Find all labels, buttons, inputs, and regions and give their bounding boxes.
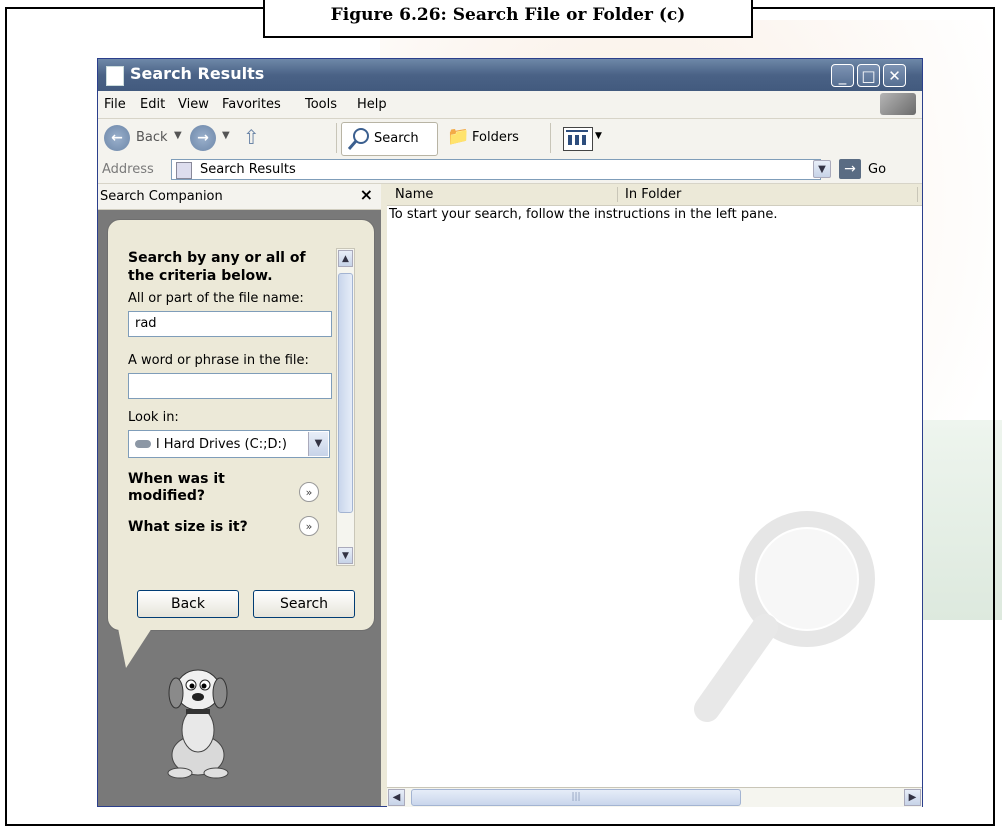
go-arrow-icon[interactable]: →: [839, 159, 861, 179]
look-in-value: l Hard Drives (C:;D:): [156, 437, 287, 452]
search-companion-header: Search Companion ×: [98, 184, 381, 210]
toolbar-separator: [336, 123, 337, 153]
address-dropdown-icon[interactable]: ▼: [813, 160, 831, 178]
bubble-scrollbar[interactable]: ▲ ▼: [336, 248, 355, 566]
search-dog-icon: [167, 669, 229, 779]
window-icon: [106, 66, 124, 86]
file-name-input[interactable]: rad: [128, 311, 332, 337]
back-arrow-icon[interactable]: ←: [104, 125, 130, 151]
column-name[interactable]: Name: [395, 187, 433, 202]
scroll-right-icon[interactable]: ▶: [904, 789, 921, 806]
scroll-up-icon[interactable]: ▲: [338, 250, 353, 267]
menu-view[interactable]: View: [178, 97, 209, 112]
toolbar-separator: [550, 123, 551, 153]
phrase-label: A word or phrase in the file:: [128, 353, 309, 368]
results-hscrollbar[interactable]: ◀ ||| ▶: [387, 787, 922, 807]
magnifier-icon: [347, 128, 369, 150]
column-in-folder[interactable]: In Folder: [625, 187, 681, 202]
search-companion-title: Search Companion: [100, 189, 223, 204]
expand-modified-icon[interactable]: »: [299, 482, 319, 502]
toolbar: ← Back ▼ → ▼ ⇧ Search 📁 Folders ▼: [98, 119, 922, 158]
minimize-button[interactable]: _: [831, 64, 854, 87]
address-bar: Address Search Results ▼ → Go: [98, 157, 922, 184]
search-submit-button[interactable]: Search: [253, 590, 355, 618]
menu-edit[interactable]: Edit: [140, 97, 165, 112]
column-divider[interactable]: [917, 187, 918, 202]
scroll-left-icon[interactable]: ◀: [388, 789, 405, 806]
address-value: Search Results: [200, 162, 296, 177]
assistant-area: Search by any or all of the criteria bel…: [98, 210, 381, 806]
phrase-input[interactable]: [128, 373, 332, 399]
look-in-label: Look in:: [128, 410, 179, 425]
windows-logo-icon: [880, 93, 916, 115]
folders-button[interactable]: Folders: [472, 130, 519, 145]
menu-bar: File Edit View Favorites Tools Help: [98, 91, 922, 119]
menu-favorites[interactable]: Favorites: [222, 97, 281, 112]
size-option[interactable]: What size is it?: [128, 519, 248, 536]
search-button-label: Search: [374, 131, 419, 146]
look-in-select[interactable]: l Hard Drives (C:;D:) ▼: [128, 430, 330, 458]
address-label: Address: [102, 162, 154, 177]
hscroll-thumb[interactable]: |||: [411, 789, 741, 806]
go-button[interactable]: Go: [868, 162, 886, 177]
search-results-icon: [176, 162, 192, 179]
scroll-thumb[interactable]: [338, 273, 353, 513]
column-divider[interactable]: [617, 187, 618, 202]
menu-file[interactable]: File: [104, 97, 126, 112]
back-button[interactable]: Back: [137, 590, 239, 618]
window-title: Search Results: [130, 64, 265, 83]
up-folder-icon[interactable]: ⇧: [243, 125, 260, 149]
menu-tools[interactable]: Tools: [305, 97, 337, 112]
modified-option[interactable]: When was it modified?: [128, 471, 248, 505]
file-name-label: All or part of the file name:: [128, 291, 304, 306]
look-in-dropdown-icon[interactable]: ▼: [308, 432, 328, 456]
results-header: Name In Folder: [387, 184, 922, 206]
results-pane: Name In Folder To start your search, fol…: [387, 184, 922, 807]
back-dropdown-icon[interactable]: ▼: [174, 130, 182, 141]
folders-icon: 📁: [447, 126, 470, 147]
magnifier-watermark-icon: [694, 511, 875, 722]
bubble-tail: [118, 628, 152, 668]
close-button[interactable]: ✕: [883, 64, 906, 87]
search-results-window: Search Results _ □ ✕ File Edit View Favo…: [98, 59, 922, 807]
hard-drive-icon: [135, 440, 151, 448]
expand-size-icon[interactable]: »: [299, 516, 319, 536]
scroll-down-icon[interactable]: ▼: [338, 547, 353, 564]
menu-help[interactable]: Help: [357, 97, 387, 112]
maximize-button[interactable]: □: [857, 64, 880, 87]
figure-caption: Figure 6.26: Search File or Folder (c): [263, 0, 753, 38]
forward-arrow-icon[interactable]: →: [190, 125, 216, 151]
search-companion-pane: Search Companion × Search by any or all …: [98, 184, 381, 806]
search-bubble: Search by any or all of the criteria bel…: [107, 219, 375, 631]
search-button[interactable]: Search: [341, 122, 438, 156]
results-message: To start your search, follow the instruc…: [389, 207, 778, 222]
views-icon[interactable]: [563, 127, 593, 151]
back-label[interactable]: Back: [136, 130, 168, 145]
criteria-heading: Search by any or all of the criteria bel…: [128, 250, 306, 284]
views-dropdown-icon[interactable]: ▼: [595, 131, 602, 141]
forward-dropdown-icon[interactable]: ▼: [222, 130, 230, 141]
title-bar[interactable]: Search Results _ □ ✕: [98, 59, 922, 91]
close-pane-icon[interactable]: ×: [360, 185, 373, 204]
address-field[interactable]: Search Results: [171, 159, 821, 180]
